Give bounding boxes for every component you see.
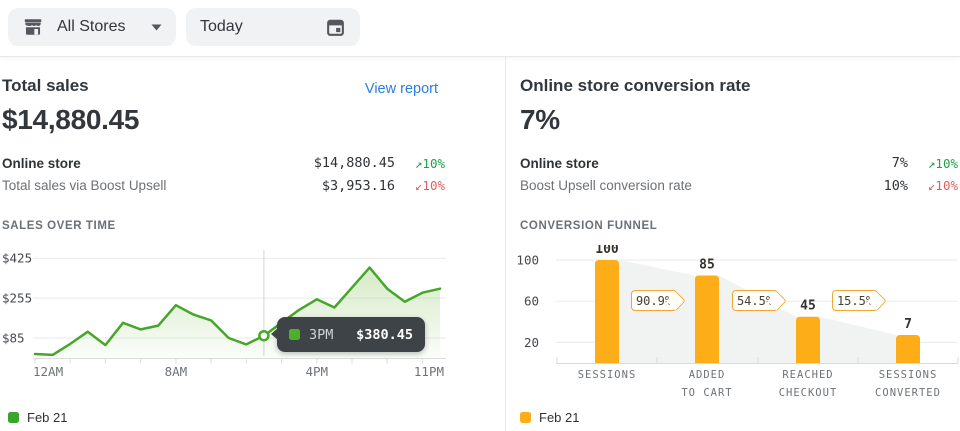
date-selector-label: Today: [200, 18, 243, 36]
metric-value: $3,953.16: [322, 178, 395, 194]
metric-label: Online store: [2, 156, 314, 171]
bar-value-label: 100: [595, 245, 619, 257]
total-sales-card: Total sales View report $14,880.45 Onlin…: [0, 0, 505, 431]
metric-delta-up: ↗10%: [395, 156, 445, 171]
sales-section-title: SALES OVER TIME: [2, 220, 116, 232]
chevron-down-icon: [151, 24, 162, 31]
x-axis-label: 12AM: [33, 364, 63, 379]
category-label: REACHED: [782, 369, 833, 381]
funnel-legend: Feb 21: [520, 410, 579, 425]
sales-card-title: Total sales: [2, 76, 89, 96]
metric-delta-down: ↙10%: [908, 178, 958, 193]
legend-swatch-green: [8, 412, 19, 423]
category-label: ADDED: [689, 369, 726, 381]
category-label: CHECKOUT: [779, 387, 838, 399]
conversion-funnel-chart[interactable]: 20 60 100 100 85 45 7 SESSIONS ADDED TO CART REACH…: [505, 245, 960, 410]
conversion-metric-rows: Online store7%↗10%Boost Upsell conversio…: [520, 152, 958, 197]
sales-legend: Feb 21: [8, 410, 67, 425]
chart-tooltip: 3PM $380.45: [277, 317, 425, 352]
funnel-section-title: CONVERSION FUNNEL: [520, 220, 657, 232]
category-label: SESSIONS: [578, 369, 637, 381]
calendar-icon: [325, 17, 346, 38]
y-axis-label: $255: [2, 291, 32, 306]
y-axis-label: $85: [2, 331, 25, 346]
funnel-bar: [896, 335, 920, 363]
sales-metric-rows: Online store$14,880.45↗10%Total sales vi…: [2, 152, 445, 197]
tooltip-series-swatch: [289, 329, 300, 340]
metric-value: $14,880.45: [314, 155, 395, 171]
metric-delta-up: ↗10%: [908, 156, 958, 171]
category-label: CONVERTED: [875, 387, 941, 399]
hover-point: [259, 331, 268, 340]
conversion-badge-3: 15.5%: [832, 290, 878, 311]
x-axis-label: 8AM: [165, 364, 188, 379]
y-axis-label: 20: [524, 335, 539, 350]
x-axis-label: 4PM: [306, 364, 329, 379]
y-axis-label: $425: [2, 251, 32, 266]
conversion-rate-value: 7%: [520, 104, 560, 136]
category-label: TO CART: [681, 387, 732, 399]
conversion-badge-2: 54.5%: [732, 290, 778, 311]
legend-swatch-orange: [520, 412, 531, 423]
legend-label: Feb 21: [27, 410, 67, 425]
conversion-card-title: Online store conversion rate: [520, 76, 751, 96]
category-label: SESSIONS: [879, 369, 938, 381]
storefront-icon: [22, 16, 44, 38]
funnel-background: [619, 260, 896, 363]
y-axis-label: 100: [516, 253, 539, 268]
metric-value: 7%: [892, 155, 908, 171]
store-selector-label: All Stores: [57, 18, 125, 36]
sales-over-time-chart[interactable]: $85 $255 $425 12AM 8AM 4PM 11PM: [0, 245, 460, 385]
legend-label: Feb 21: [539, 410, 579, 425]
tooltip-time: 3PM: [309, 327, 333, 343]
metric-label: Total sales via Boost Upsell: [2, 178, 322, 193]
metric-row: Total sales via Boost Upsell$3,953.16↙10…: [2, 175, 445, 198]
x-axis-label: 11PM: [414, 364, 444, 379]
total-sales-value: $14,880.45: [2, 104, 139, 136]
conversion-badge-1: 90.9%: [631, 290, 677, 311]
bar-value-label: 85: [699, 258, 715, 273]
date-selector[interactable]: Today: [186, 8, 360, 46]
store-selector[interactable]: All Stores: [8, 8, 176, 46]
funnel-bar: [695, 276, 719, 364]
bar-value-label: 45: [800, 299, 816, 314]
metric-label: Online store: [520, 156, 892, 171]
funnel-bar: [595, 260, 619, 363]
metric-row: Online store$14,880.45↗10%: [2, 152, 445, 175]
view-report-link[interactable]: View report: [365, 81, 438, 97]
conversion-rate-card: Online store conversion rate 7% Online s…: [505, 0, 960, 431]
metric-delta-down: ↙10%: [395, 178, 445, 193]
metric-value: 10%: [884, 178, 908, 194]
y-axis-label: 60: [524, 294, 539, 309]
bar-value-label: 7: [904, 317, 912, 332]
funnel-bar: [796, 317, 820, 363]
top-filter-bar: All Stores Today: [0, 0, 960, 56]
metric-row: Boost Upsell conversion rate10%↙10%: [520, 175, 958, 198]
metric-label: Boost Upsell conversion rate: [520, 178, 884, 193]
metric-row: Online store7%↗10%: [520, 152, 958, 175]
tooltip-value: $380.45: [356, 327, 413, 343]
